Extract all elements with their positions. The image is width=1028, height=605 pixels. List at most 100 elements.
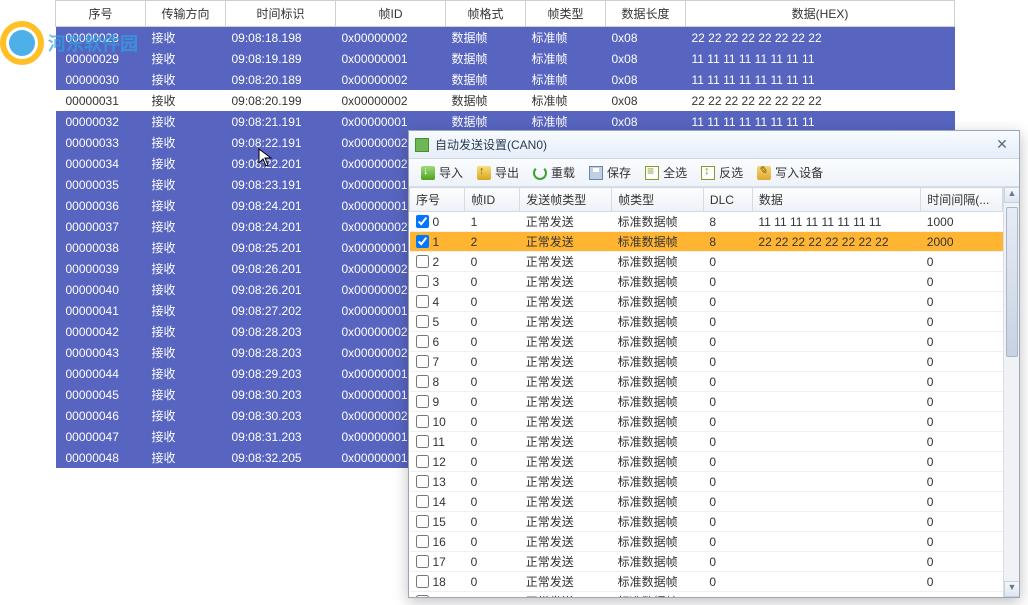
cell-frameid[interactable]: 0 bbox=[465, 472, 520, 492]
cell-frameid[interactable]: 0 bbox=[465, 392, 520, 412]
cell-frameid[interactable]: 0 bbox=[465, 432, 520, 452]
cell-dlc[interactable]: 0 bbox=[703, 492, 752, 512]
cell-data[interactable] bbox=[752, 352, 920, 372]
cell-dlc[interactable]: 0 bbox=[703, 292, 752, 312]
cell-sendtype[interactable]: 正常发送 bbox=[520, 272, 612, 292]
table-row[interactable]: 110正常发送标准数据帧00 bbox=[410, 432, 1003, 452]
dlg-col-interval-header[interactable]: 时间间隔(... bbox=[921, 188, 1003, 212]
cell-frametype[interactable]: 标准数据帧 bbox=[612, 532, 704, 552]
col-id-header[interactable]: 帧ID bbox=[336, 1, 446, 27]
cell-dlc[interactable]: 0 bbox=[703, 312, 752, 332]
col-type-header[interactable]: 帧类型 bbox=[526, 1, 606, 27]
table-row[interactable]: 00000029接收09:08:19.1890x00000001数据帧标准帧0x… bbox=[56, 48, 955, 69]
cell-data[interactable] bbox=[752, 332, 920, 352]
cell-interval[interactable]: 0 bbox=[921, 472, 1003, 492]
cell-data[interactable] bbox=[752, 392, 920, 412]
scroll-down-icon[interactable]: ▼ bbox=[1004, 581, 1019, 597]
cell-frametype[interactable]: 标准数据帧 bbox=[612, 252, 704, 272]
cell-frametype[interactable]: 标准数据帧 bbox=[612, 472, 704, 492]
row-checkbox[interactable] bbox=[416, 575, 429, 588]
cell-dlc[interactable]: 0 bbox=[703, 332, 752, 352]
cell-data[interactable] bbox=[752, 532, 920, 552]
import-button[interactable]: 导入 bbox=[415, 162, 469, 183]
cell-data[interactable] bbox=[752, 412, 920, 432]
row-checkbox[interactable] bbox=[416, 475, 429, 488]
cell-index[interactable]: 6 bbox=[410, 332, 465, 352]
cell-frametype[interactable]: 标准数据帧 bbox=[612, 212, 704, 232]
row-checkbox[interactable] bbox=[416, 435, 429, 448]
cell-frameid[interactable]: 0 bbox=[465, 412, 520, 432]
table-row[interactable]: 180正常发送标准数据帧00 bbox=[410, 572, 1003, 592]
cell-dlc[interactable]: 8 bbox=[703, 212, 752, 232]
row-checkbox[interactable] bbox=[416, 295, 429, 308]
cell-dlc[interactable]: 0 bbox=[703, 252, 752, 272]
cell-sendtype[interactable]: 正常发送 bbox=[520, 372, 612, 392]
cell-index[interactable]: 4 bbox=[410, 292, 465, 312]
row-checkbox[interactable] bbox=[416, 275, 429, 288]
cell-frameid[interactable]: 0 bbox=[465, 552, 520, 572]
cell-dlc[interactable]: 0 bbox=[703, 272, 752, 292]
cell-sendtype[interactable]: 正常发送 bbox=[520, 472, 612, 492]
cell-sendtype[interactable]: 正常发送 bbox=[520, 452, 612, 472]
table-row[interactable]: 30正常发送标准数据帧00 bbox=[410, 272, 1003, 292]
cell-interval[interactable]: 0 bbox=[921, 312, 1003, 332]
auto-send-table[interactable]: 序号 帧ID 发送帧类型 帧类型 DLC 数据 时间间隔(... 01正常发送标… bbox=[409, 187, 1003, 597]
cell-frameid[interactable]: 0 bbox=[465, 332, 520, 352]
table-row[interactable]: 130正常发送标准数据帧00 bbox=[410, 472, 1003, 492]
cell-sendtype[interactable]: 正常发送 bbox=[520, 352, 612, 372]
cell-frameid[interactable]: 0 bbox=[465, 572, 520, 592]
row-checkbox[interactable] bbox=[416, 375, 429, 388]
cell-frametype[interactable]: 标准数据帧 bbox=[612, 432, 704, 452]
dlg-col-frameid-header[interactable]: 帧ID bbox=[465, 188, 520, 212]
cell-sendtype[interactable]: 正常发送 bbox=[520, 252, 612, 272]
cell-interval[interactable]: 0 bbox=[921, 592, 1003, 598]
cell-dlc[interactable]: 0 bbox=[703, 532, 752, 552]
cell-frametype[interactable]: 标准数据帧 bbox=[612, 452, 704, 472]
cell-index[interactable]: 18 bbox=[410, 572, 465, 592]
cell-data[interactable] bbox=[752, 372, 920, 392]
cell-data[interactable] bbox=[752, 432, 920, 452]
cell-index[interactable]: 0 bbox=[410, 212, 465, 232]
cell-sendtype[interactable]: 正常发送 bbox=[520, 432, 612, 452]
col-fmt-header[interactable]: 帧格式 bbox=[446, 1, 526, 27]
cell-frameid[interactable]: 2 bbox=[465, 232, 520, 252]
table-row[interactable]: 00000030接收09:08:20.1890x00000002数据帧标准帧0x… bbox=[56, 69, 955, 90]
cell-frametype[interactable]: 标准数据帧 bbox=[612, 552, 704, 572]
cell-sendtype[interactable]: 正常发送 bbox=[520, 592, 612, 598]
cell-dlc[interactable]: 0 bbox=[703, 392, 752, 412]
cell-index[interactable]: 5 bbox=[410, 312, 465, 332]
cell-index[interactable]: 12 bbox=[410, 452, 465, 472]
cell-interval[interactable]: 2000 bbox=[921, 232, 1003, 252]
row-checkbox[interactable] bbox=[416, 395, 429, 408]
cell-data[interactable] bbox=[752, 292, 920, 312]
cell-frameid[interactable]: 0 bbox=[465, 272, 520, 292]
cell-index[interactable]: 2 bbox=[410, 252, 465, 272]
cell-data[interactable] bbox=[752, 552, 920, 572]
cell-sendtype[interactable]: 正常发送 bbox=[520, 512, 612, 532]
cell-frameid[interactable]: 0 bbox=[465, 312, 520, 332]
cell-data[interactable] bbox=[752, 492, 920, 512]
table-row[interactable]: 12正常发送标准数据帧822 22 22 22 22 22 22 222000 bbox=[410, 232, 1003, 252]
table-row[interactable]: 140正常发送标准数据帧00 bbox=[410, 492, 1003, 512]
cell-interval[interactable]: 0 bbox=[921, 492, 1003, 512]
cell-frameid[interactable]: 0 bbox=[465, 512, 520, 532]
export-button[interactable]: 导出 bbox=[471, 162, 525, 183]
row-checkbox[interactable] bbox=[416, 455, 429, 468]
table-row[interactable]: 60正常发送标准数据帧00 bbox=[410, 332, 1003, 352]
cell-interval[interactable]: 0 bbox=[921, 252, 1003, 272]
cell-frametype[interactable]: 标准数据帧 bbox=[612, 272, 704, 292]
write-device-button[interactable]: 写入设备 bbox=[751, 162, 829, 183]
dlg-col-data-header[interactable]: 数据 bbox=[752, 188, 920, 212]
cell-sendtype[interactable]: 正常发送 bbox=[520, 532, 612, 552]
cell-dlc[interactable]: 0 bbox=[703, 412, 752, 432]
cell-sendtype[interactable]: 正常发送 bbox=[520, 332, 612, 352]
scroll-thumb[interactable] bbox=[1006, 207, 1018, 357]
cell-dlc[interactable]: 0 bbox=[703, 572, 752, 592]
cell-frametype[interactable]: 标准数据帧 bbox=[612, 332, 704, 352]
table-row[interactable]: 190正常发送标准数据帧00 bbox=[410, 592, 1003, 598]
cell-frametype[interactable]: 标准数据帧 bbox=[612, 412, 704, 432]
cell-index[interactable]: 19 bbox=[410, 592, 465, 598]
cell-dlc[interactable]: 0 bbox=[703, 472, 752, 492]
cell-interval[interactable]: 0 bbox=[921, 292, 1003, 312]
dlg-col-dlc-header[interactable]: DLC bbox=[703, 188, 752, 212]
